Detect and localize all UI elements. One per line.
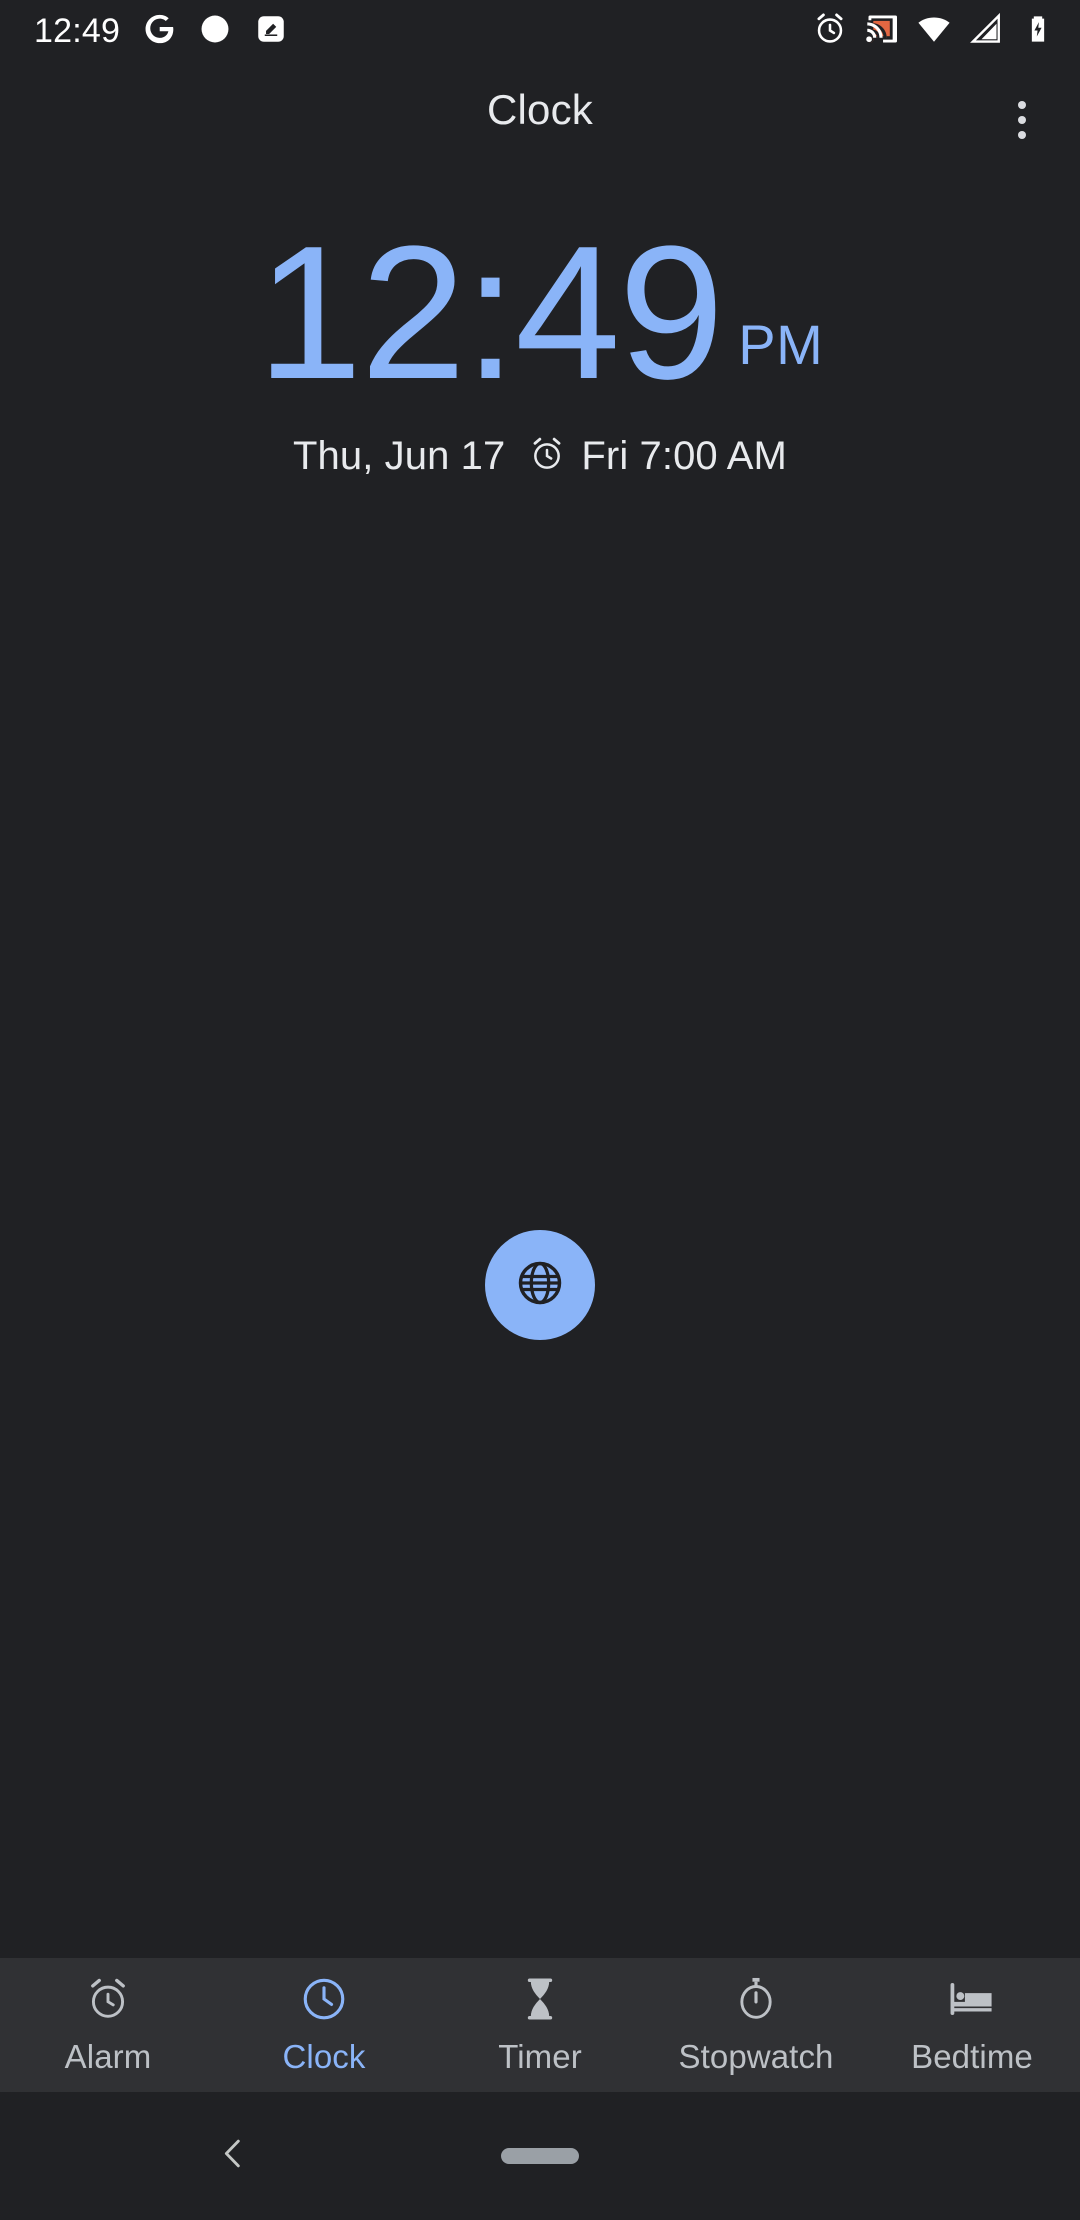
cellular-signal-icon — [968, 11, 1004, 52]
tab-stopwatch[interactable]: Stopwatch — [648, 1958, 864, 2092]
clock-content: 12:49 PM Thu, Jun 17 Fri 7:00 AM — [0, 172, 1080, 1872]
tab-label-clock: Clock — [282, 2038, 366, 2075]
alarm-clock-icon — [83, 1974, 133, 2024]
system-navigation-bar — [0, 2092, 1080, 2220]
tab-label-timer: Timer — [498, 2038, 582, 2075]
square-edit-notification-icon — [254, 12, 288, 51]
tab-label-alarm: Alarm — [64, 2038, 152, 2075]
clock-time: 12:49 — [256, 207, 724, 419]
tab-label-bedtime: Bedtime — [911, 2038, 1033, 2075]
bottom-navigation: Alarm Clock Timer Stopwatch Bedtime — [0, 1958, 1080, 2092]
tab-label-stopwatch: Stopwatch — [678, 2038, 834, 2075]
next-alarm[interactable]: Fri 7:00 AM — [527, 434, 787, 479]
globe-icon — [514, 1257, 566, 1314]
status-bar: 12:49 — [0, 0, 1080, 62]
tab-bedtime[interactable]: Bedtime — [864, 1958, 1080, 2092]
current-date: Thu, Jun 17 — [293, 434, 506, 478]
tab-clock[interactable]: Clock — [216, 1958, 432, 2092]
next-alarm-time: Fri 7:00 AM — [581, 434, 787, 478]
overflow-dot — [1018, 131, 1026, 139]
back-chevron-icon[interactable] — [214, 2134, 254, 2179]
clock-icon — [299, 1974, 349, 2024]
status-bar-right — [812, 11, 1056, 52]
home-pill[interactable] — [501, 2148, 579, 2164]
app-bar: Clock — [0, 62, 1080, 172]
tab-timer[interactable]: Timer — [432, 1958, 648, 2092]
bed-icon — [947, 1974, 997, 2024]
alarm-set-icon — [812, 11, 848, 52]
alarm-icon — [527, 434, 567, 479]
digital-clock[interactable]: 12:49 PM — [0, 207, 1080, 419]
tab-alarm[interactable]: Alarm — [0, 1958, 216, 2092]
wifi-icon — [916, 11, 952, 52]
battery-charging-icon — [1020, 11, 1056, 52]
stopwatch-icon — [731, 1974, 781, 2024]
cast-icon — [864, 11, 900, 52]
overflow-menu-button[interactable] — [986, 84, 1058, 156]
hourglass-icon — [515, 1974, 565, 2024]
page-title: Clock — [486, 86, 594, 133]
status-bar-left: 12:49 — [34, 12, 288, 51]
clock-am-pm: PM — [738, 313, 824, 376]
overflow-dot — [1018, 101, 1026, 109]
circle-notification-icon — [198, 12, 232, 51]
add-world-clock-fab[interactable] — [485, 1230, 595, 1340]
google-icon — [142, 12, 176, 51]
status-bar-clock: 12:49 — [34, 12, 121, 50]
date-and-alarm-row: Thu, Jun 17 Fri 7:00 AM — [0, 434, 1080, 479]
overflow-dot — [1018, 116, 1026, 124]
